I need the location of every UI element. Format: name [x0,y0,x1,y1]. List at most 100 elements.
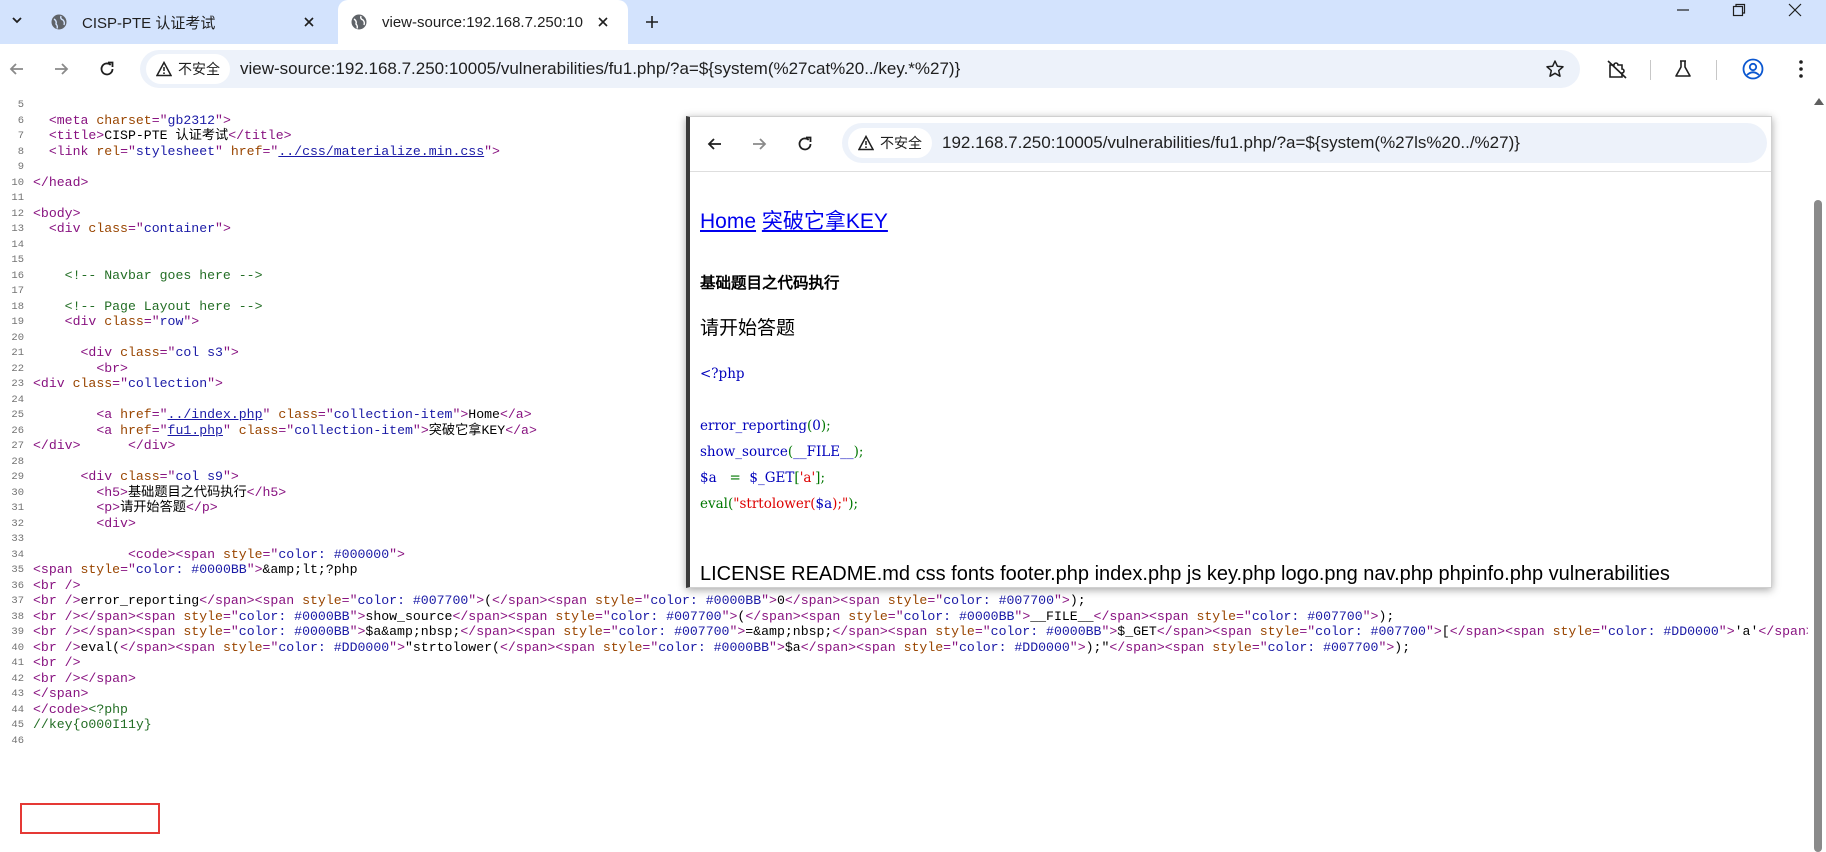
source-token: color: #DD0000 [1608,624,1719,639]
code-token: $_GET [749,470,795,486]
tab-title: CISP-PTE 认证考试 [82,14,216,32]
source-token: "> [452,407,469,422]
source-token: "> [215,112,231,128]
code-token: show_source [700,444,788,460]
more-vert-icon [1799,60,1803,78]
tab-cisp-pte[interactable]: CISP-PTE 认证考试 [38,0,334,44]
home-link[interactable]: Home [700,210,756,233]
source-token: class [72,376,113,391]
challenge-link[interactable]: 突破它拿KEY [762,210,888,233]
key-highlight-box [20,803,160,834]
code-token: $a [700,470,721,486]
scroll-up-arrow-icon[interactable] [1814,98,1824,105]
source-token: <br /></span><span [33,608,184,624]
bookmark-button[interactable] [1540,54,1570,84]
source-token: =" [341,593,358,608]
source-token: 'a' [1734,624,1759,639]
source-token: "> [468,593,485,608]
source-token: =" [943,639,959,655]
overlay-address-bar[interactable]: 不安全 192.168.7.250:10005/vulnerabilities/… [842,123,1767,163]
source-token: "> [412,422,429,438]
globe-icon [351,14,367,30]
code-token: $a [815,496,833,512]
labs-button[interactable] [1668,54,1698,84]
minimize-button[interactable] [1658,0,1708,20]
source-token: stylesheet [135,143,216,159]
forward-button[interactable] [46,54,76,84]
source-token [33,500,96,515]
url-text[interactable]: view-source:192.168.7.250:10005/vulnerab… [240,50,960,88]
source-token: color: #007700 [618,624,730,639]
profile-button[interactable] [1738,54,1768,84]
tab-close-icon[interactable] [296,9,322,35]
code-token: "strtolower( [733,496,816,512]
overlay-url-text[interactable]: 192.168.7.250:10005/vulnerabilities/fu1.… [942,123,1520,163]
code-line: show_source(__FILE__); [700,439,863,465]
source-token [80,438,127,453]
source-token: <h5> [96,484,128,500]
address-bar[interactable]: 不安全 view-source:192.168.7.250:10005/vuln… [140,50,1580,88]
vertical-scrollbar[interactable] [1810,94,1826,852]
extensions-button[interactable] [1602,54,1632,84]
source-token: style [302,593,342,608]
page-heading: 基础题目之代码执行 [700,275,840,292]
arrow-left-icon [707,138,721,150]
source-token: 0 [776,593,785,608]
plus-icon [646,16,658,28]
reload-button[interactable] [92,54,122,84]
source-token: col s9 [175,469,223,484]
browser-toolbar: 不安全 view-source:192.168.7.250:10005/vuln… [0,44,1826,94]
source-link[interactable]: fu1.php [168,423,223,438]
source-token: =" [887,608,904,624]
source-token [33,485,96,500]
source-token: collection-item [294,422,413,438]
source-token: =" [317,407,334,422]
source-token: <body> [33,205,81,221]
source-token: "> [215,221,231,236]
source-token: $_GET [1117,624,1157,639]
menu-button[interactable] [1786,54,1816,84]
overlay-toolbar: 不安全 192.168.7.250:10005/vulnerabilities/… [690,117,1771,172]
source-link[interactable]: ../index.php [168,407,263,422]
tab-close-icon[interactable] [590,9,616,35]
source-token: color: #007700 [1267,639,1379,655]
source-token: =" [120,562,136,577]
source-token [33,469,80,484]
source-token: color: #007700 [1251,608,1363,624]
code-line: <?php [700,361,863,387]
restore-button[interactable] [1714,0,1764,20]
source-token: </div> [127,438,176,453]
source-token: <div [80,345,121,360]
tab-search-button[interactable] [4,6,30,34]
source-token: </span><span [460,624,564,639]
source-token: =" [222,624,239,639]
source-token: </span><span [199,593,303,608]
source-token [33,144,49,159]
scrollbar-thumb[interactable] [1814,200,1822,852]
new-tab-button[interactable] [638,8,666,36]
source-token: </span> [33,686,89,701]
overlay-security-chip[interactable]: 不安全 [848,128,932,158]
source-token: =" [127,221,144,236]
reload-icon [798,136,812,151]
overlay-reload-button[interactable] [790,129,820,159]
security-chip[interactable]: 不安全 [146,54,230,84]
overlay-forward-button[interactable] [744,129,774,159]
source-token: "strtolower( [404,639,500,655]
source-token: "> [721,608,738,624]
source-token: href [120,407,152,422]
source-token: "> [349,608,366,624]
source-link[interactable]: ../css/materialize.min.css [278,144,484,159]
close-window-button[interactable] [1770,0,1820,20]
source-token: color: #007700 [357,593,469,608]
back-button[interactable] [2,54,32,84]
source-token: <div [80,469,121,484]
source-token: <code><span [127,546,223,562]
nav-links: Home 突破它拿KEY [700,205,888,235]
arrow-right-icon [55,63,69,75]
source-token [33,268,65,283]
overlay-back-button[interactable] [700,129,730,159]
source-token: <a [96,422,121,438]
source-token: style [903,639,944,655]
tab-view-source[interactable]: view-source:192.168.7.250:10 [338,0,628,44]
